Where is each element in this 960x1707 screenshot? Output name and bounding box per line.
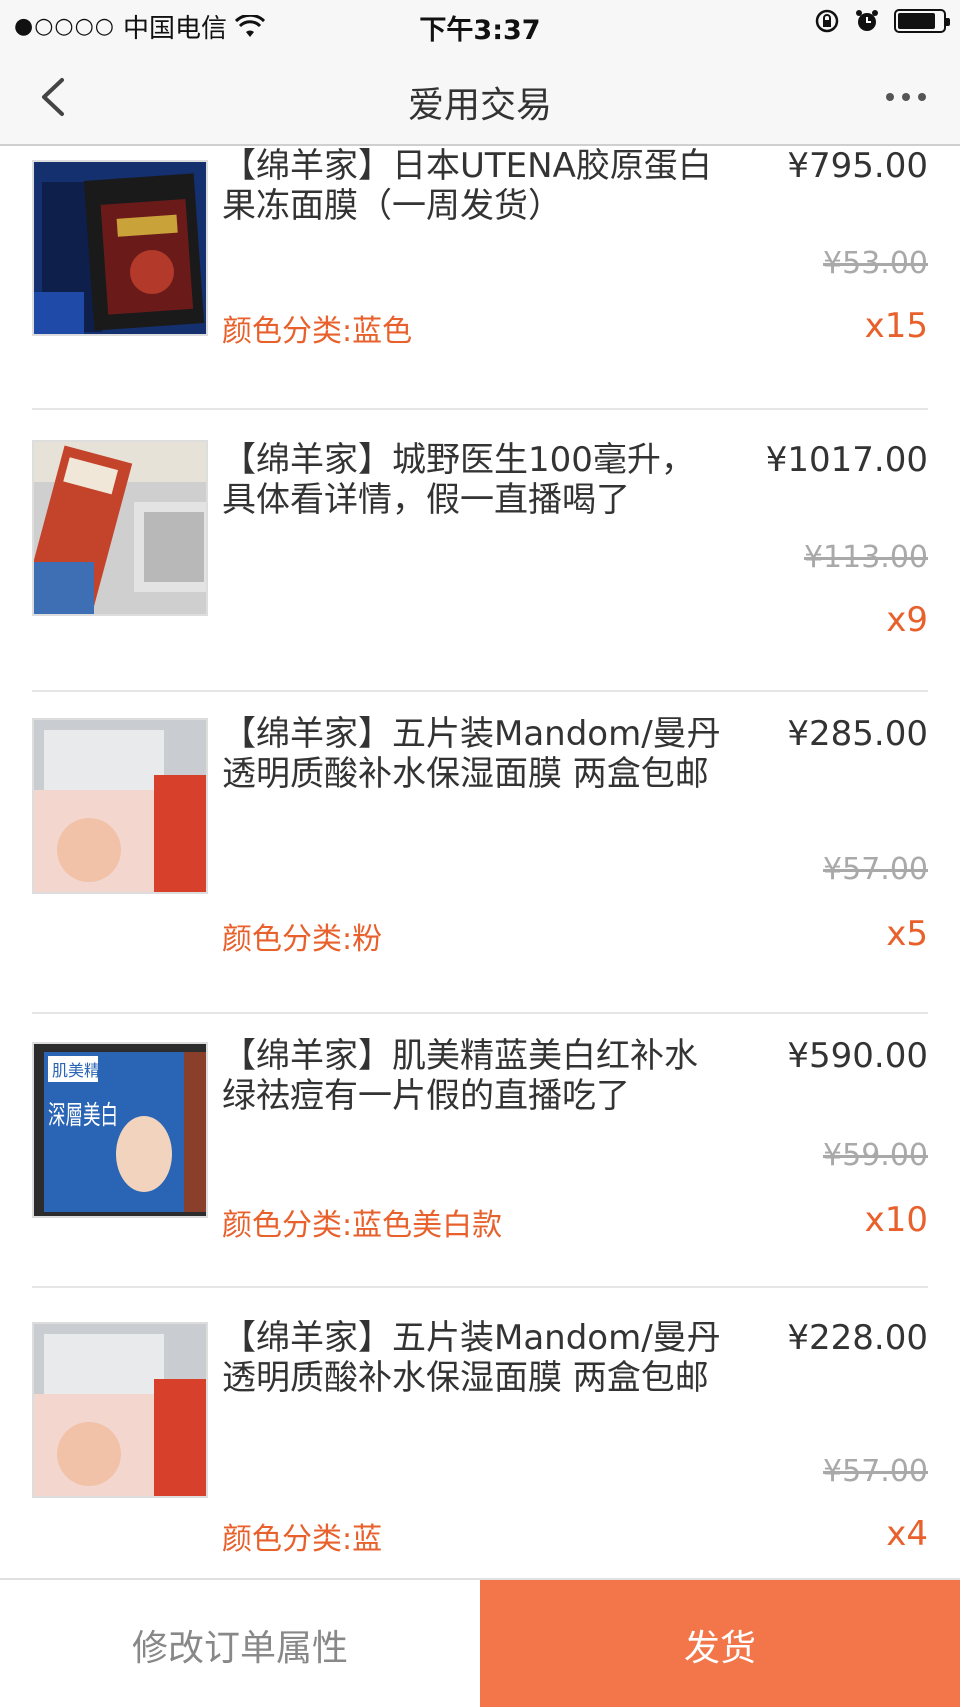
order-item[interactable]: 【绵羊家】日本UTENA胶原蛋白果冻面膜（一周发货） ¥795.00 ¥53.0… (0, 146, 960, 408)
more-dots-icon (886, 93, 926, 101)
variant-label: 颜色分类:蓝色 (222, 314, 413, 349)
order-item[interactable]: 肌美精 深層美白 【绵羊家】肌美精蓝美白红补水绿祛痘有一片假的直播吃了 ¥590… (0, 1014, 960, 1286)
item-price: ¥285.00 (787, 714, 928, 754)
product-image (34, 1324, 206, 1496)
item-quantity: x5 (886, 914, 928, 954)
order-item[interactable]: 【绵羊家】五片装Mandom/曼丹 透明质酸补水保湿面膜 两盒包邮 ¥285.0… (0, 692, 960, 1012)
ship-button[interactable]: 发货 (480, 1580, 960, 1707)
product-title: 【绵羊家】城野医生100毫升，具体看详情，假一直播喝了 (222, 440, 695, 520)
item-quantity: x15 (864, 306, 928, 346)
order-item-list: 【绵羊家】日本UTENA胶原蛋白果冻面膜（一周发货） ¥795.00 ¥53.0… (0, 146, 960, 1578)
item-price: ¥228.00 (787, 1318, 928, 1358)
order-item[interactable]: 【绵羊家】五片装Mandom/曼丹 透明质酸补水保湿面膜 两盒包邮 ¥228.0… (0, 1288, 960, 1578)
product-image (34, 442, 206, 614)
variant-label: 颜色分类:蓝色美白款 (222, 1208, 503, 1243)
app-screen: ●○○○○ 中国电信 下午3:37 爱用交易 【绵羊家】日本UTENA胶原蛋白果… (0, 0, 960, 1707)
battery-icon (894, 9, 950, 33)
item-price: ¥1017.00 (765, 440, 928, 480)
original-price: ¥57.00 (823, 852, 928, 887)
variant-label: 颜色分类:粉 (222, 922, 383, 957)
product-title: 【绵羊家】五片装Mandom/曼丹 透明质酸补水保湿面膜 两盒包邮 (222, 714, 721, 794)
bottom-action-bar: 修改订单属性 发货 (0, 1578, 960, 1707)
product-thumbnail[interactable] (32, 440, 208, 616)
item-price: ¥795.00 (787, 146, 928, 186)
product-title: 【绵羊家】五片装Mandom/曼丹 透明质酸补水保湿面膜 两盒包邮 (222, 1318, 721, 1398)
more-button[interactable] (876, 70, 936, 124)
original-price: ¥57.00 (823, 1454, 928, 1489)
order-item[interactable]: 【绵羊家】城野医生100毫升，具体看详情，假一直播喝了 ¥1017.00 ¥11… (0, 410, 960, 690)
product-thumbnail[interactable] (32, 160, 208, 336)
edit-order-attributes-button[interactable]: 修改订单属性 (0, 1580, 480, 1707)
product-thumbnail[interactable] (32, 718, 208, 894)
status-bar: ●○○○○ 中国电信 下午3:37 (0, 0, 960, 48)
product-title: 【绵羊家】肌美精蓝美白红补水绿祛痘有一片假的直播吃了 (222, 1036, 698, 1116)
original-price: ¥53.00 (823, 246, 928, 281)
product-title: 【绵羊家】日本UTENA胶原蛋白果冻面膜（一周发货） (222, 146, 712, 226)
lock-rotation-icon (815, 9, 839, 33)
product-thumbnail[interactable] (32, 1322, 208, 1498)
item-quantity: x4 (886, 1514, 928, 1554)
item-quantity: x10 (864, 1200, 928, 1240)
thumbnail-main-text: 深層美白 (48, 1101, 118, 1131)
product-thumbnail[interactable]: 肌美精 深層美白 (32, 1042, 208, 1218)
item-price: ¥590.00 (787, 1036, 928, 1076)
page-title: 爱用交易 (407, 85, 552, 126)
product-image (34, 162, 206, 334)
navigation-bar: 爱用交易 (0, 48, 960, 146)
product-image: 肌美精 深層美白 (34, 1044, 206, 1216)
original-price: ¥113.00 (803, 540, 928, 575)
original-price: ¥59.00 (823, 1138, 928, 1173)
status-right (814, 8, 950, 34)
alarm-icon (856, 10, 878, 31)
item-quantity: x9 (886, 600, 928, 640)
thumbnail-brand-text: 肌美精 (52, 1061, 100, 1080)
variant-label: 颜色分类:蓝 (222, 1522, 383, 1557)
product-image (34, 720, 206, 892)
